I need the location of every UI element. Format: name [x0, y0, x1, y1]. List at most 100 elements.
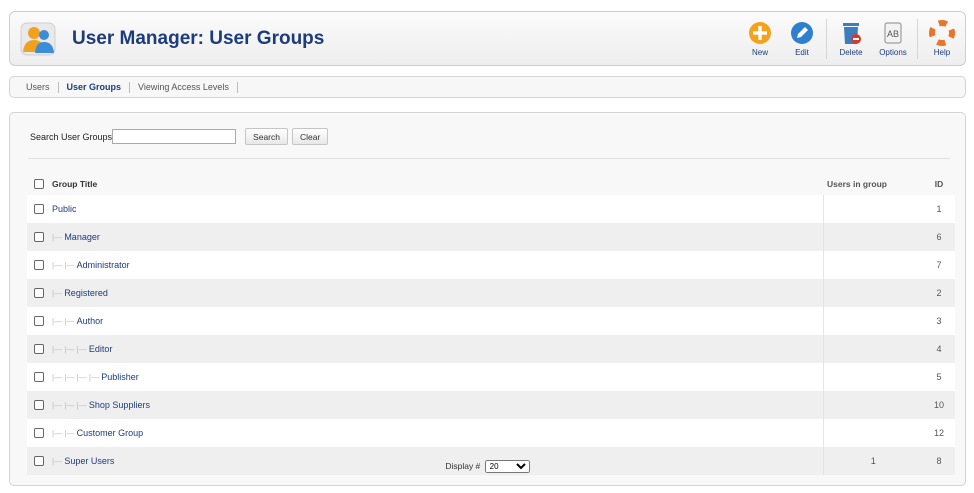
delete-icon	[843, 23, 861, 44]
display-count-select[interactable]: 20	[484, 460, 530, 473]
submenu: Users User Groups Viewing Access Levels	[9, 76, 966, 98]
row-checkbox-cell	[27, 307, 51, 335]
select-all-checkbox[interactable]	[34, 178, 44, 189]
users-in-group-cell	[822, 223, 923, 251]
id-cell: 1	[923, 195, 955, 223]
tree-indent: |—	[52, 233, 65, 242]
table-row: |— |— Administrator 7	[27, 251, 955, 279]
row-checkbox-cell	[27, 223, 51, 251]
delete-button[interactable]: Delete	[830, 16, 872, 62]
row-checkbox-cell	[27, 279, 51, 307]
group-title-link[interactable]: Editor	[89, 344, 113, 354]
row-checkbox[interactable]	[34, 260, 44, 271]
group-title-cell: |— |— |— |— Publisher	[51, 363, 823, 391]
group-title-cell: |— |— Author	[51, 307, 823, 335]
row-checkbox[interactable]	[34, 232, 44, 243]
table-row: |— |— Customer Group 12	[27, 419, 955, 447]
table-row: |— Manager 6	[27, 223, 955, 251]
clear-button[interactable]: Clear	[291, 128, 329, 145]
id-cell: 7	[923, 251, 955, 279]
options-button[interactable]: AB Options	[872, 16, 914, 62]
table-header-row: Group Title Users in group ID	[27, 172, 955, 195]
group-title-link[interactable]: Author	[77, 316, 104, 326]
table-row: |— |— |— Shop Suppliers 10	[27, 391, 955, 419]
row-checkbox-cell	[27, 251, 51, 279]
row-checkbox[interactable]	[34, 400, 44, 411]
edit-icon	[791, 22, 813, 44]
help-button-label: Help	[933, 48, 951, 57]
group-title-cell: |— Registered	[51, 279, 823, 307]
edit-button[interactable]: Edit	[781, 16, 823, 62]
row-checkbox[interactable]	[34, 316, 44, 327]
row-checkbox[interactable]	[34, 288, 44, 299]
toolbar-divider	[917, 19, 918, 59]
search-filter: Search User Groups Search Clear	[30, 128, 329, 145]
id-cell: 5	[923, 363, 955, 391]
id-cell: 4	[923, 335, 955, 363]
users-in-group-cell	[822, 419, 923, 447]
new-button-label: New	[751, 48, 768, 57]
group-title-link[interactable]: Customer Group	[77, 428, 144, 438]
row-checkbox-cell	[27, 195, 51, 223]
user-groups-table: Group Title Users in group ID Public 1 |— …	[27, 172, 955, 475]
divider	[28, 158, 950, 159]
group-title-link[interactable]: Administrator	[77, 260, 130, 270]
new-button[interactable]: New	[739, 16, 781, 62]
delete-button-label: Delete	[839, 48, 863, 57]
help-button[interactable]: Help	[921, 16, 963, 62]
users-in-group-cell	[822, 195, 923, 223]
row-checkbox-cell	[27, 419, 51, 447]
main-panel: Search User Groups Search Clear Group Ti…	[9, 112, 966, 486]
tree-indent: |— |—	[52, 317, 77, 326]
tree-indent: |— |—	[52, 429, 77, 438]
pagination-footer: Display # 20	[10, 460, 965, 473]
users-in-group-cell	[822, 363, 923, 391]
group-title-link[interactable]: Shop Suppliers	[89, 400, 150, 410]
submenu-item-user-groups[interactable]: User Groups	[59, 82, 130, 92]
search-label: Search User Groups	[30, 131, 113, 142]
row-checkbox-cell	[27, 335, 51, 363]
group-title-cell: |— |— |— Shop Suppliers	[51, 391, 823, 419]
column-header-group-title[interactable]: Group Title	[51, 172, 823, 195]
table-row: Public 1	[27, 195, 955, 223]
id-cell: 12	[923, 419, 955, 447]
row-checkbox[interactable]	[34, 372, 44, 383]
group-title-cell: |— |— |— Editor	[51, 335, 823, 363]
group-title-link[interactable]: Publisher	[101, 372, 139, 382]
row-checkbox[interactable]	[34, 204, 44, 215]
tree-indent: |—	[52, 289, 65, 298]
search-button[interactable]: Search	[245, 128, 288, 145]
submenu-divider	[236, 81, 238, 93]
options-icon: AB	[884, 22, 902, 44]
submenu-item-viewing-access-levels[interactable]: Viewing Access Levels	[130, 82, 237, 92]
tree-indent: |— |— |—	[52, 401, 89, 410]
group-title-cell: |— |— Administrator	[51, 251, 823, 279]
row-checkbox[interactable]	[34, 344, 44, 355]
table-row: |— |— Author 3	[27, 307, 955, 335]
tree-indent: |— |—	[52, 261, 77, 270]
users-in-group-cell	[822, 335, 923, 363]
users-in-group-cell	[822, 279, 923, 307]
group-title-link[interactable]: Public	[52, 204, 77, 214]
group-title-link[interactable]: Manager	[64, 232, 100, 242]
submenu-item-users[interactable]: Users	[18, 82, 58, 92]
id-cell: 2	[923, 279, 955, 307]
new-icon	[749, 22, 771, 44]
search-input[interactable]	[112, 129, 237, 144]
toolbar: New Edit Delete AB Options Help	[739, 16, 963, 62]
group-title-link[interactable]: Registered	[64, 288, 108, 298]
id-cell: 3	[923, 307, 955, 335]
row-checkbox[interactable]	[34, 428, 44, 439]
svg-text:AB: AB	[887, 29, 899, 39]
group-title-cell: |— |— Customer Group	[51, 419, 823, 447]
users-in-group-cell	[822, 251, 923, 279]
page-title: User Manager: User Groups	[72, 28, 325, 49]
users-in-group-cell	[822, 391, 923, 419]
page-header: User Manager: User Groups New Edit Delet…	[9, 11, 966, 66]
group-title-cell: Public	[51, 195, 823, 223]
tree-indent: |— |— |— |—	[52, 373, 102, 382]
column-header-id[interactable]: ID	[923, 172, 955, 195]
user-groups-icon	[20, 22, 56, 56]
display-label: Display #	[445, 461, 481, 471]
column-header-users-in-group[interactable]: Users in group	[823, 172, 923, 195]
